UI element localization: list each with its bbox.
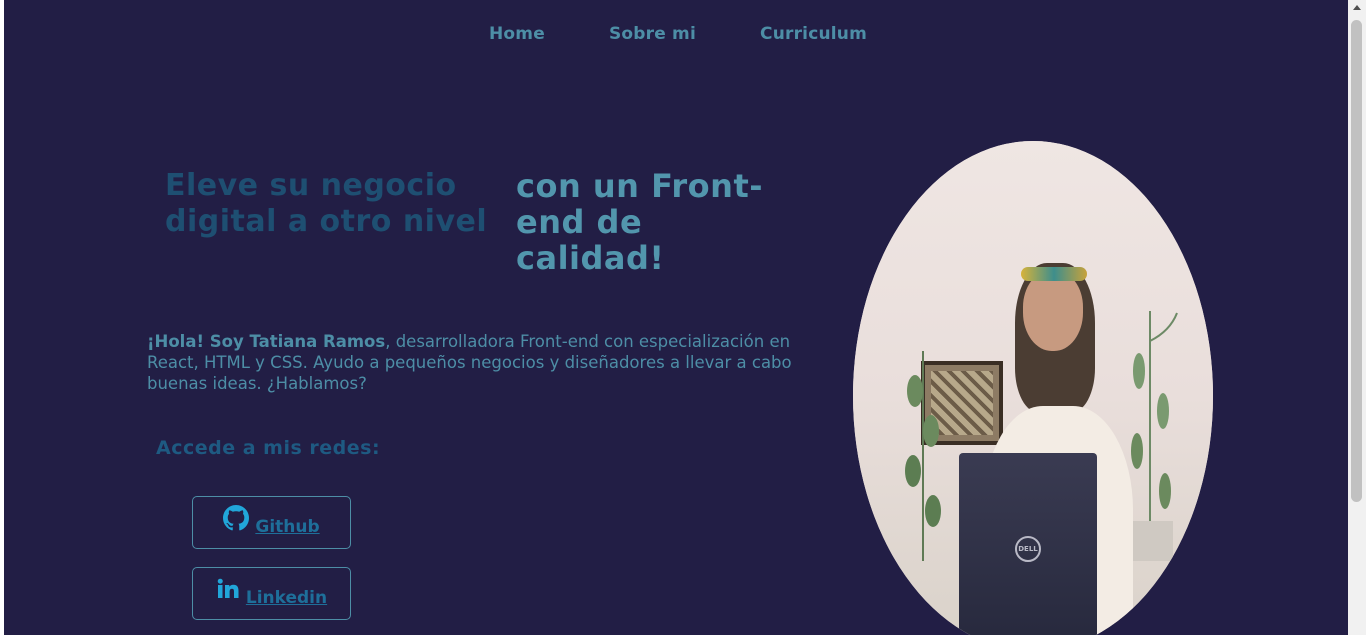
headline-right: con un Front-end de calidad!	[516, 167, 764, 277]
scroll-thumb[interactable]	[1351, 20, 1362, 502]
github-label: Github	[255, 516, 320, 537]
linkedin-button[interactable]: Linkedin	[192, 567, 351, 620]
laptop: DELL	[959, 453, 1097, 635]
person-headband	[1021, 267, 1087, 281]
nav-home[interactable]: Home	[489, 24, 545, 44]
social-title: Accede a mis redes:	[156, 437, 381, 459]
profile-photo: DELL	[853, 141, 1213, 635]
person-face	[1023, 271, 1083, 351]
github-button[interactable]: Github	[192, 496, 351, 549]
laptop-logo: DELL	[1015, 536, 1041, 562]
scrollbar[interactable]	[1348, 0, 1366, 635]
intro-text: ¡Hola! Soy Tatiana Ramos, desarrolladora…	[147, 331, 812, 394]
nav-sobre-mi[interactable]: Sobre mi	[609, 24, 696, 44]
intro-name: ¡Hola! Soy Tatiana Ramos	[147, 332, 386, 351]
nav-curriculum[interactable]: Curriculum	[760, 24, 867, 44]
github-icon	[223, 504, 250, 531]
linkedin-icon	[216, 577, 240, 601]
main-nav: Home Sobre mi Curriculum	[4, 24, 1348, 44]
page: Home Sobre mi Curriculum Eleve su negoci…	[4, 0, 1348, 635]
headline-left: Eleve su negocio digital a otro nivel	[165, 168, 488, 239]
plant-left	[905, 351, 941, 561]
linkedin-label: Linkedin	[245, 587, 328, 608]
scroll-up-arrow-icon[interactable]	[1353, 5, 1361, 10]
